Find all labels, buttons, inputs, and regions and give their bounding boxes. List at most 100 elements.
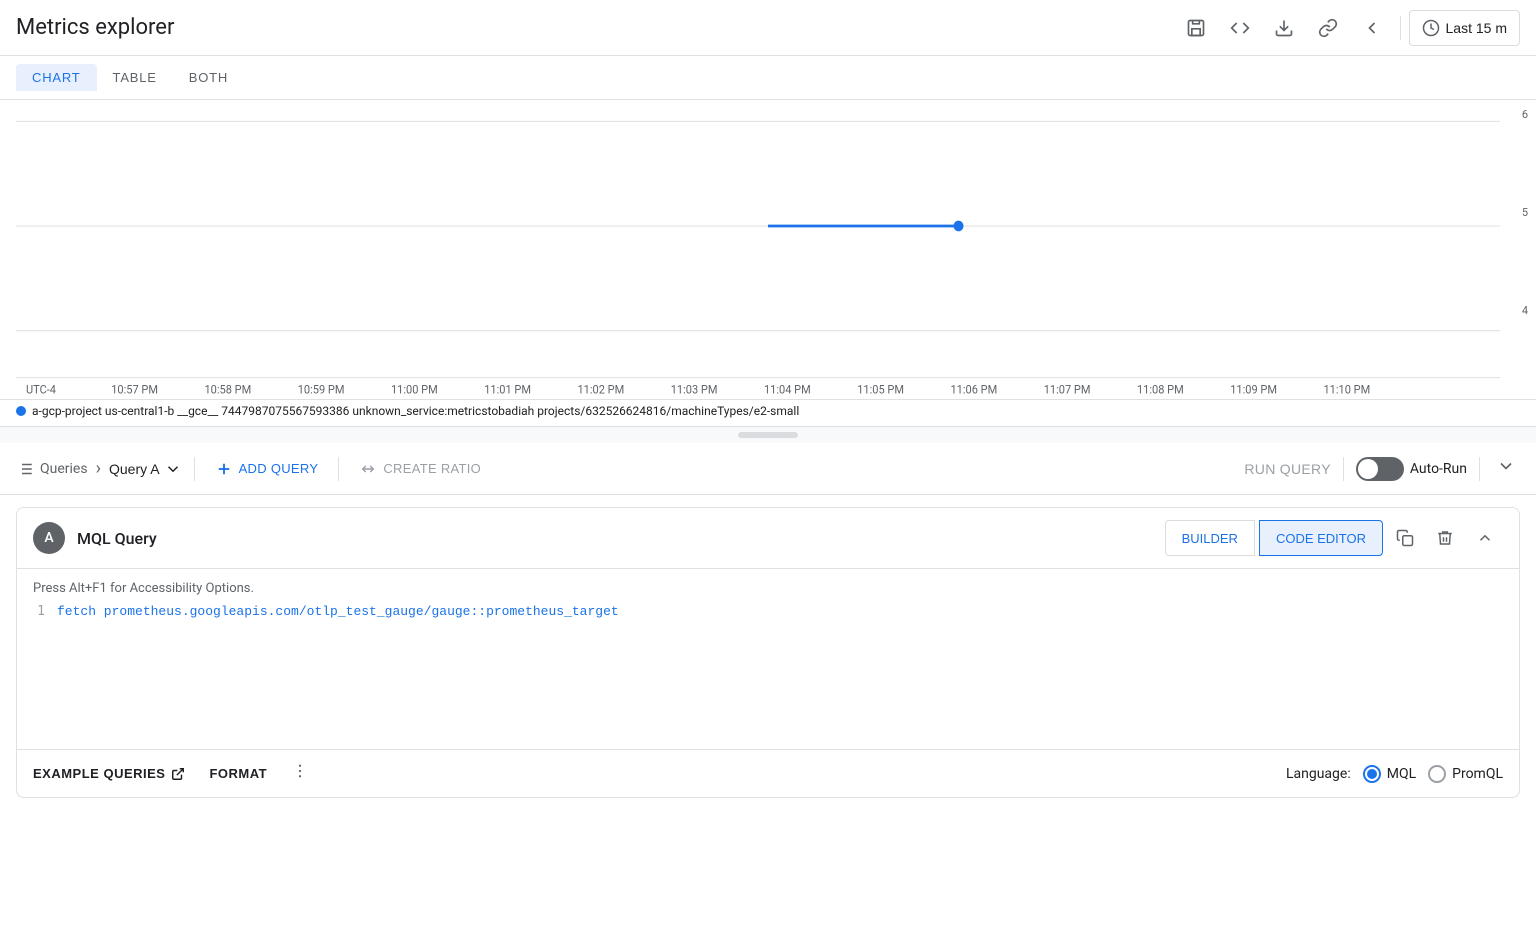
breadcrumb-chevron: › <box>96 458 101 479</box>
y-axis-label-4: 4 <box>1522 304 1528 317</box>
app-title: Metrics explorer <box>16 15 174 40</box>
example-queries-label: EXAMPLE QUERIES <box>33 766 165 781</box>
query-bar-right: RUN QUERY Auto-Run <box>1244 452 1520 485</box>
svg-text:10:57 PM: 10:57 PM <box>111 382 158 396</box>
builder-button[interactable]: BUILDER <box>1165 520 1255 556</box>
app-header: Metrics explorer Last 15 m <box>0 0 1536 56</box>
download-icon-button[interactable] <box>1264 8 1304 48</box>
list-icon <box>16 460 34 478</box>
svg-text:11:00 PM: 11:00 PM <box>391 382 438 396</box>
add-query-label: ADD QUERY <box>239 461 319 476</box>
y-axis-label-6: 6 <box>1522 108 1528 121</box>
query-panel-title: MQL Query <box>77 529 1165 548</box>
accessibility-hint: Press Alt+F1 for Accessibility Options. <box>17 581 1519 604</box>
more-options-button[interactable] <box>291 762 309 785</box>
promql-label: PromQL <box>1452 766 1503 782</box>
example-queries-button[interactable]: EXAMPLE QUERIES <box>33 766 185 781</box>
mql-label: MQL <box>1387 766 1416 782</box>
scrollbar-thumb[interactable] <box>738 432 798 438</box>
query-bar-divider1 <box>194 457 195 481</box>
expand-button[interactable] <box>1467 520 1503 556</box>
query-a-selector[interactable]: Query A <box>109 460 182 478</box>
queries-nav[interactable]: Queries <box>16 460 88 478</box>
svg-text:11:02 PM: 11:02 PM <box>577 382 624 396</box>
svg-text:11:06 PM: 11:06 PM <box>950 382 997 396</box>
query-bar-divider2 <box>338 457 339 481</box>
code-content-1[interactable]: fetch prometheus.googleapis.com/otlp_tes… <box>57 604 619 619</box>
auto-run-switch[interactable] <box>1356 457 1404 481</box>
svg-text:10:59 PM: 10:59 PM <box>298 382 345 396</box>
delete-icon <box>1436 529 1454 547</box>
svg-text:11:05 PM: 11:05 PM <box>857 382 904 396</box>
promql-radio[interactable] <box>1428 765 1446 783</box>
svg-text:11:10 PM: 11:10 PM <box>1323 382 1370 396</box>
svg-text:UTC-4: UTC-4 <box>26 382 57 396</box>
svg-text:11:07 PM: 11:07 PM <box>1044 382 1091 396</box>
create-ratio-button[interactable]: CREATE RATIO <box>351 454 489 484</box>
header-divider <box>1400 16 1401 40</box>
svg-text:11:01 PM: 11:01 PM <box>484 382 531 396</box>
query-bar-divider3 <box>1343 457 1344 481</box>
legend-dot <box>16 406 26 416</box>
query-panel: A MQL Query BUILDER CODE EDITOR Press Al… <box>16 507 1520 798</box>
back-icon-button[interactable] <box>1352 8 1392 48</box>
clock-icon <box>1422 19 1440 37</box>
chart-svg: UTC-4 10:57 PM 10:58 PM 10:59 PM 11:00 P… <box>16 100 1520 399</box>
chevron-down-icon <box>1496 456 1516 476</box>
query-bar-divider4 <box>1479 457 1480 481</box>
query-panel-header: A MQL Query BUILDER CODE EDITOR <box>17 508 1519 569</box>
ratio-icon <box>359 460 377 478</box>
tab-chart[interactable]: CHART <box>16 64 97 91</box>
code-editor-button[interactable]: CODE EDITOR <box>1259 520 1383 556</box>
legend-text: a-gcp-project us-central1-b __gce__ 7447… <box>32 404 799 418</box>
add-icon <box>215 460 233 478</box>
time-range-label: Last 15 m <box>1446 20 1507 36</box>
run-query-button[interactable]: RUN QUERY <box>1244 461 1330 477</box>
chart-tabs-bar: CHART TABLE BOTH <box>0 56 1536 100</box>
create-ratio-label: CREATE RATIO <box>383 461 481 476</box>
collapse-button[interactable] <box>1492 452 1520 485</box>
code-editor-area[interactable]: Press Alt+F1 for Accessibility Options. … <box>17 569 1519 749</box>
dropdown-arrow-icon <box>164 460 182 478</box>
chart-scrollbar[interactable] <box>0 427 1536 443</box>
chart-legend: a-gcp-project us-central1-b __gce__ 7447… <box>0 400 1536 427</box>
svg-text:11:03 PM: 11:03 PM <box>671 382 718 396</box>
mql-option[interactable]: MQL <box>1363 765 1416 783</box>
language-label: Language: <box>1286 766 1351 782</box>
y-axis-label-5: 5 <box>1522 206 1528 219</box>
add-query-button[interactable]: ADD QUERY <box>207 454 327 484</box>
delete-button[interactable] <box>1427 520 1463 556</box>
mql-radio[interactable] <box>1363 765 1381 783</box>
toggle-knob <box>1358 459 1378 479</box>
svg-text:11:08 PM: 11:08 PM <box>1137 382 1184 396</box>
link-icon-button[interactable] <box>1308 8 1348 48</box>
copy-icon <box>1396 529 1414 547</box>
auto-run-label: Auto-Run <box>1410 461 1467 477</box>
tab-table[interactable]: TABLE <box>97 64 173 91</box>
chevron-up-icon <box>1476 529 1494 547</box>
svg-text:11:09 PM: 11:09 PM <box>1230 382 1277 396</box>
query-avatar: A <box>33 522 65 554</box>
format-button[interactable]: FORMAT <box>209 766 267 781</box>
chart-area: 6 5 4 UTC-4 10:57 PM 10:58 PM 10:59 PM 1… <box>0 100 1536 400</box>
promql-option[interactable]: PromQL <box>1428 765 1503 783</box>
line-number-1: 1 <box>25 604 57 619</box>
copy-button[interactable] <box>1387 520 1423 556</box>
code-line-1: 1 fetch prometheus.googleapis.com/otlp_t… <box>17 604 1519 619</box>
query-bar: Queries › Query A ADD QUERY CREATE RATIO… <box>0 443 1536 495</box>
queries-label-text: Queries <box>40 461 88 477</box>
time-range-button[interactable]: Last 15 m <box>1409 10 1520 46</box>
tab-both[interactable]: BOTH <box>173 64 244 91</box>
svg-text:11:04 PM: 11:04 PM <box>764 382 811 396</box>
header-actions: Last 15 m <box>1176 8 1520 48</box>
query-panel-actions: BUILDER CODE EDITOR <box>1165 520 1503 556</box>
query-panel-bottom-bar: EXAMPLE QUERIES FORMAT Language: MQL Pro… <box>17 749 1519 797</box>
query-a-label: Query A <box>109 461 160 477</box>
save-icon-button[interactable] <box>1176 8 1216 48</box>
auto-run-toggle: Auto-Run <box>1356 457 1467 481</box>
external-link-icon <box>171 767 185 781</box>
language-group: Language: MQL PromQL <box>1286 765 1503 783</box>
svg-text:10:58 PM: 10:58 PM <box>205 382 252 396</box>
query-bar-left: Queries › Query A ADD QUERY CREATE RATIO <box>16 454 1236 484</box>
code-icon-button[interactable] <box>1220 8 1260 48</box>
